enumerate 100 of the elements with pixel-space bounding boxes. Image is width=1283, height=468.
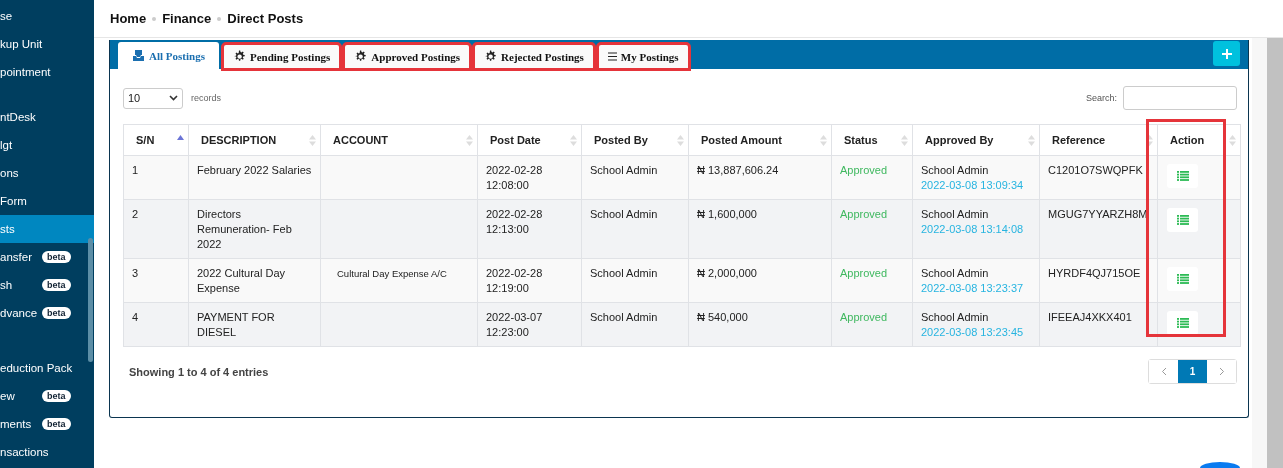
table-cell: IFEEAJ4XKX401 <box>1039 302 1158 347</box>
sort-icon <box>901 135 908 146</box>
records-select[interactable]: 10 <box>123 87 183 109</box>
column-header[interactable]: Status <box>831 124 913 156</box>
table-cell: C1201O7SWQPFK <box>1039 155 1158 200</box>
add-button[interactable] <box>1213 41 1240 66</box>
sort-icon <box>570 135 577 146</box>
column-header[interactable]: Reference <box>1039 124 1158 156</box>
sidebar-item[interactable]: ansfer beta <box>0 243 94 271</box>
table-cell: MGUG7YYARZH8M <box>1039 199 1158 259</box>
tab[interactable]: My Postings <box>597 44 689 69</box>
table-cell: Cultural Day Expense A/C <box>320 258 478 303</box>
sidebar-item[interactable]: kup Unit <box>0 30 94 58</box>
approver-name: School Admin <box>921 207 990 222</box>
column-header[interactable]: DESCRIPTION <box>188 124 321 156</box>
sort-icon <box>677 135 684 146</box>
sidebar-item[interactable]: se <box>0 2 94 30</box>
sort-ascending-icon <box>177 135 184 141</box>
table-cell: School Admin <box>581 302 689 347</box>
table-cell: 4 <box>123 302 189 347</box>
approval-time: 2022-03-08 13:23:45 <box>921 325 1025 340</box>
sidebar-item[interactable]: ments beta <box>0 410 94 438</box>
column-header[interactable]: ACCOUNT <box>320 124 478 156</box>
sidebar-item[interactable]: nsactions <box>0 438 94 466</box>
sort-icon <box>309 135 316 146</box>
details-button[interactable] <box>1167 208 1198 232</box>
table-cell: School Admin <box>581 199 689 259</box>
column-header[interactable]: Posted Amount <box>688 124 832 156</box>
table-cell: 3 <box>123 258 189 303</box>
table-cell: ₦ 2,000,000 <box>688 258 832 303</box>
approver-name: School Admin <box>921 163 990 178</box>
list-icon <box>1176 171 1189 181</box>
approval-time: 2022-03-08 13:23:37 <box>921 281 1025 296</box>
table-cell: PAYMENT FOR DIESEL <box>188 302 321 347</box>
chevron-left-icon <box>1160 367 1167 376</box>
inbox-icon <box>132 50 145 61</box>
beta-badge: beta <box>42 251 71 263</box>
sidebar-item[interactable]: ons <box>0 159 94 187</box>
sort-icon <box>466 135 473 146</box>
status-cell: Approved <box>831 258 913 303</box>
scrollbar-track[interactable] <box>1267 38 1283 468</box>
breadcrumb-item: Direct Posts <box>227 11 304 26</box>
table-cell: ₦ 1,600,000 <box>688 199 832 259</box>
sidebar-item[interactable]: sts <box>0 215 94 243</box>
sidebar-item[interactable]: eduction Pack <box>0 354 94 382</box>
records-label: records <box>191 93 221 103</box>
breadcrumb-item[interactable]: Finance <box>162 11 212 26</box>
column-header[interactable]: Posted By <box>581 124 689 156</box>
menu-icon <box>607 52 617 61</box>
sidebar-item[interactable]: dvance beta <box>0 299 94 327</box>
status-cell: Approved <box>831 302 913 347</box>
table-cell: 2022-03-07 12:23:00 <box>477 302 582 347</box>
status-cell: Approved <box>831 199 913 259</box>
sidebar-item[interactable]: ew beta <box>0 382 94 410</box>
tab[interactable]: All Postings <box>118 42 219 69</box>
search-label: Search: <box>1085 93 1117 103</box>
status-cell: Approved <box>831 155 913 200</box>
table-cell: 2022-02-28 12:13:00 <box>477 199 582 259</box>
column-header[interactable]: S/N <box>123 124 189 156</box>
chat-button[interactable] <box>1200 462 1240 468</box>
tab[interactable]: Approved Postings <box>344 44 471 69</box>
table-cell: 1 <box>123 155 189 200</box>
gear-icon <box>354 50 368 63</box>
scrollbar-thumb[interactable] <box>88 238 93 362</box>
chevron-right-icon <box>1218 367 1225 376</box>
details-button[interactable] <box>1167 164 1198 188</box>
column-header[interactable]: Approved By <box>912 124 1040 156</box>
table-cell: School Admin <box>581 258 689 303</box>
table-cell: ₦ 13,887,606.24 <box>688 155 832 200</box>
sidebar-item[interactable]: ntDesk <box>0 103 94 131</box>
column-header[interactable]: Post Date <box>477 124 582 156</box>
beta-badge: beta <box>42 279 71 291</box>
page-button[interactable]: 1 <box>1178 360 1207 383</box>
plus-icon <box>1221 48 1232 59</box>
table-cell: 2022 Cultural Day Expense <box>188 258 321 303</box>
table-cell: 2022-02-28 12:08:00 <box>477 155 582 200</box>
column-header[interactable]: Action <box>1157 124 1241 156</box>
entries-info: Showing 1 to 4 of 4 entries <box>128 365 269 378</box>
chevron-down-icon <box>169 95 178 101</box>
details-button[interactable] <box>1167 311 1198 335</box>
beta-badge: beta <box>42 307 71 319</box>
table-cell: HYRDF4QJ715OE <box>1039 258 1158 303</box>
table-cell: February 2022 Salaries <box>188 155 321 200</box>
approval-time: 2022-03-08 13:09:34 <box>921 178 1025 193</box>
sort-icon <box>820 135 827 146</box>
sidebar-item[interactable]: lgt <box>0 131 94 159</box>
sidebar-item[interactable]: pointment <box>0 58 94 86</box>
beta-badge: beta <box>42 390 71 402</box>
tab[interactable]: Pending Postings <box>222 44 341 69</box>
details-button[interactable] <box>1167 267 1198 291</box>
gear-icon <box>484 50 498 63</box>
sidebar-item[interactable]: sh beta <box>0 271 94 299</box>
breadcrumb-item[interactable]: Home <box>110 11 147 26</box>
sidebar-item[interactable]: Form <box>0 187 94 215</box>
list-icon <box>1176 274 1189 284</box>
search-field[interactable] <box>1123 86 1237 110</box>
sort-icon <box>1028 135 1035 146</box>
list-icon <box>1176 318 1189 328</box>
table-cell: School Admin <box>581 155 689 200</box>
tab[interactable]: Rejected Postings <box>474 44 594 69</box>
